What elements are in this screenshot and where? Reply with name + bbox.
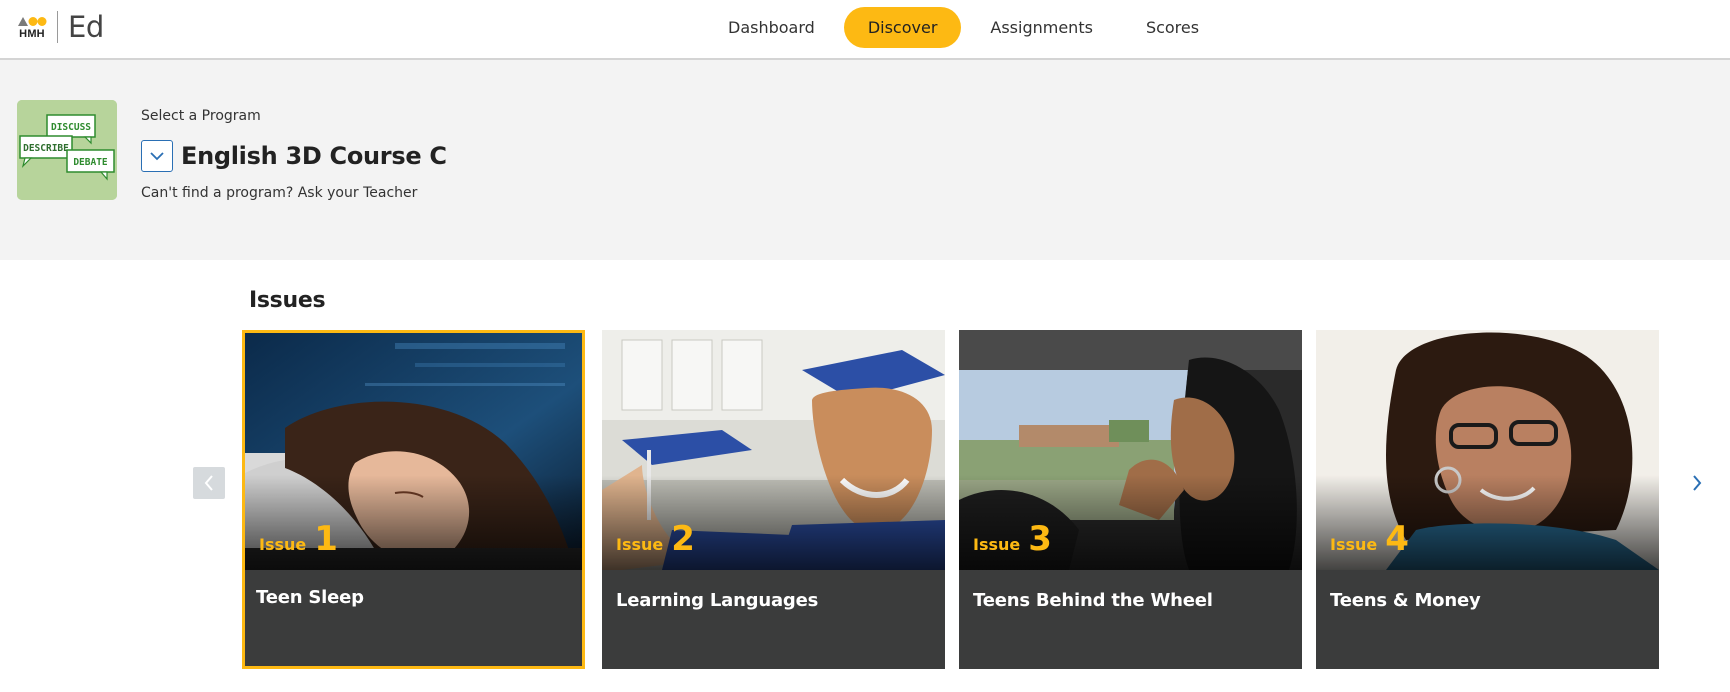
issue-4-tag: Issue 4 — [1330, 522, 1409, 556]
issue-4-title: Teens & Money — [1330, 590, 1481, 611]
app-name: Ed — [68, 10, 104, 44]
nav-dashboard[interactable]: Dashboard — [704, 7, 839, 48]
chevron-down-icon — [150, 151, 164, 160]
program-thumbnail: DISCUSS DESCRIBE DEBATE — [17, 100, 117, 200]
issue-word: Issue — [616, 535, 664, 554]
hmh-wordmark: HMH — [19, 27, 45, 40]
chevron-left-icon — [204, 475, 213, 491]
issue-card-1[interactable]: Issue 1 Teen Sleep — [242, 330, 585, 669]
issue-number: 3 — [1028, 519, 1052, 559]
carousel-prev-button[interactable] — [193, 467, 225, 499]
thumb-word-debate: DEBATE — [73, 157, 108, 168]
hmh-logo: HMH — [16, 15, 48, 40]
hmh-shapes-icon — [18, 16, 47, 26]
issue-number: 1 — [314, 519, 338, 559]
issue-card-2[interactable]: Issue 2 Learning Languages — [602, 330, 945, 669]
nav-scores[interactable]: Scores — [1122, 7, 1223, 48]
issue-number: 2 — [671, 519, 695, 559]
program-selector-panel: DISCUSS DESCRIBE DEBATE Select a Program… — [0, 60, 1730, 260]
issue-word: Issue — [1330, 535, 1378, 554]
issues-heading: Issues — [249, 288, 326, 313]
issue-3-title: Teens Behind the Wheel — [973, 590, 1213, 611]
issue-number: 4 — [1385, 519, 1409, 559]
top-navigation-bar: HMH Ed Dashboard Discover Assignments Sc… — [0, 0, 1730, 60]
main-nav: Dashboard Discover Assignments Scores — [704, 7, 1228, 48]
issue-card-3[interactable]: Issue 3 Teens Behind the Wheel — [959, 330, 1302, 669]
issue-word: Issue — [259, 535, 307, 554]
chevron-right-icon — [1693, 475, 1702, 491]
speech-bubbles-icon: DISCUSS DESCRIBE DEBATE — [17, 100, 117, 200]
issue-4-image: Issue 4 — [1316, 330, 1659, 570]
issue-2-tag: Issue 2 — [616, 522, 695, 556]
nav-assignments[interactable]: Assignments — [966, 7, 1117, 48]
thumb-word-describe: DESCRIBE — [23, 143, 69, 154]
issue-3-tag: Issue 3 — [973, 522, 1052, 556]
program-help-text: Can't find a program? Ask your Teacher — [141, 185, 418, 201]
carousel-next-button[interactable] — [1686, 467, 1708, 499]
select-program-label: Select a Program — [141, 108, 261, 124]
issue-3-image: Issue 3 — [959, 330, 1302, 570]
logo-divider — [57, 11, 58, 43]
program-name[interactable]: English 3D Course C — [181, 140, 447, 172]
program-dropdown-button[interactable] — [141, 140, 173, 172]
issue-word: Issue — [973, 535, 1021, 554]
issue-2-title: Learning Languages — [616, 590, 819, 611]
issue-2-image: Issue 2 — [602, 330, 945, 570]
nav-discover[interactable]: Discover — [843, 7, 962, 48]
issue-1-image: Issue 1 — [245, 333, 582, 570]
issue-card-4[interactable]: Issue 4 Teens & Money — [1316, 330, 1659, 669]
issue-1-tag: Issue 1 — [259, 522, 338, 556]
thumb-word-discuss: DISCUSS — [51, 122, 91, 133]
app-logo[interactable]: HMH Ed — [16, 10, 104, 44]
issue-1-title: Teen Sleep — [256, 587, 364, 608]
